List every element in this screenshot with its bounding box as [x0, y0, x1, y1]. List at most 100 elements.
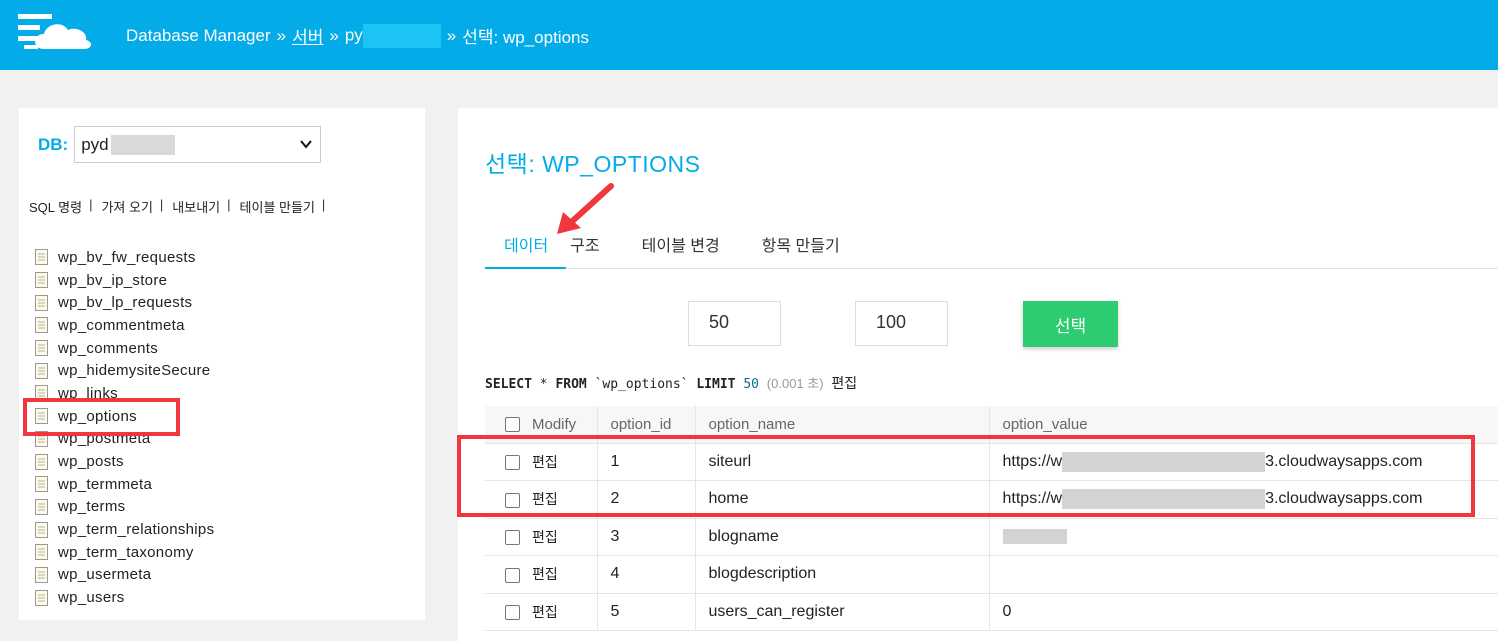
table-list-label: wp_termmeta — [58, 475, 153, 493]
table-list-item[interactable]: wp_bv_lp_requests — [35, 291, 214, 314]
row-checkbox[interactable] — [505, 567, 520, 583]
breadcrumb-separator: » — [446, 25, 457, 45]
export-link[interactable]: 내보내기 — [172, 197, 220, 216]
breadcrumb-server[interactable]: 서버 — [292, 23, 323, 48]
sql-exec-time: (0.001 초) — [766, 376, 824, 391]
table-icon — [35, 498, 48, 515]
table-list-item[interactable]: wp_commentmeta — [35, 314, 214, 337]
table-list-label: wp_term_taxonomy — [58, 543, 194, 561]
column-label: Modify — [532, 415, 577, 433]
table-row: 편집 4 blogdescription — [485, 555, 1498, 594]
table-list-label: wp_comments — [58, 339, 159, 357]
sql-edit-link[interactable]: 편집 — [831, 375, 857, 391]
breadcrumb-separator: » — [276, 25, 287, 45]
db-select[interactable]: pyd — [74, 126, 322, 163]
table-list-item[interactable]: wp_hidemysiteSecure — [35, 359, 214, 382]
table-list-item[interactable]: wp_comments — [35, 337, 214, 360]
breadcrumb-database-manager[interactable]: Database Manager — [126, 26, 271, 46]
table-icon — [35, 521, 48, 538]
highlight-box-wp-options — [23, 398, 180, 436]
breadcrumb-current: 선택: wp_options — [462, 28, 589, 47]
chevron-down-icon — [300, 140, 312, 149]
select-all-checkbox[interactable] — [505, 417, 520, 433]
divider: | — [89, 197, 93, 212]
modify-cell: 편집 — [485, 555, 598, 594]
sql-keyword: FROM — [555, 377, 587, 392]
sql-query-line: SELECT * FROM `wp_options` LIMIT 50 (0.0… — [485, 373, 857, 393]
edit-link[interactable]: 편집 — [532, 529, 558, 545]
table-row: 편집 3 blogname — [485, 518, 1498, 556]
table-icon — [35, 294, 48, 311]
db-selector-row: DB: pyd — [38, 126, 322, 163]
table-icon — [35, 476, 48, 493]
table-icon — [35, 453, 48, 470]
edit-link[interactable]: 편집 — [532, 604, 558, 620]
redacted-block — [110, 134, 175, 155]
option-name-cell: blogname — [695, 518, 990, 556]
sql-keyword: LIMIT — [696, 377, 736, 392]
table-list-label: wp_term_relationships — [58, 521, 215, 539]
option-value-cell — [989, 518, 1498, 556]
table-list-label: wp_users — [58, 589, 125, 607]
import-link[interactable]: 가져 오기 — [101, 197, 152, 216]
sidebar: DB: pyd SQL 명령 | 가져 오기 | 내보내기 | 테이블 만들기 | wp… — [19, 108, 425, 620]
select-button[interactable]: 선택 — [1023, 301, 1118, 347]
option-value: 0 — [1002, 602, 1012, 620]
table-icon — [35, 544, 48, 561]
table-icon — [35, 340, 48, 357]
option-value-cell: 0 — [989, 593, 1498, 631]
sql-star: * — [539, 377, 548, 392]
redacted-block — [362, 23, 441, 48]
redacted-block — [1002, 529, 1067, 545]
breadcrumb-database[interactable]: py — [345, 23, 441, 48]
table-list-label: wp_posts — [58, 453, 124, 471]
table-icon — [35, 566, 48, 583]
modify-cell: 편집 — [485, 593, 598, 631]
option-id-cell: 4 — [597, 555, 696, 594]
edit-link[interactable]: 편집 — [532, 566, 558, 582]
divider: | — [321, 197, 326, 212]
red-arrow-annotation — [557, 183, 614, 234]
sql-command-link[interactable]: SQL 명령 — [29, 197, 82, 216]
sql-limit-value: 50 — [743, 377, 759, 392]
table-list-item[interactable]: wp_terms — [35, 496, 214, 519]
create-table-link[interactable]: 테이블 만들기 — [240, 197, 315, 216]
tab-alter-table[interactable]: 테이블 변경 — [618, 226, 738, 269]
breadcrumb-separator: » — [329, 25, 339, 45]
table-list-label: wp_terms — [58, 498, 126, 516]
db-label: DB: — [38, 134, 69, 154]
limit-input-100[interactable]: 100 — [855, 301, 948, 346]
table-list-item[interactable]: wp_termmeta — [35, 473, 214, 496]
tab-new-item[interactable]: 항목 만들기 — [738, 226, 858, 269]
table-row: 편집 5 users_can_register 0 — [485, 593, 1498, 631]
row-checkbox[interactable] — [505, 605, 520, 621]
table-list-item[interactable]: wp_term_taxonomy — [35, 541, 214, 564]
table-list-label: wp_bv_fw_requests — [58, 248, 196, 266]
table-list-label: wp_bv_ip_store — [58, 271, 168, 289]
table-list-label: wp_hidemysiteSecure — [58, 362, 211, 380]
top-bar: Database Manager » 서버 » py » 선택: wp_opti… — [0, 0, 1498, 70]
sql-table: `wp_options` — [594, 377, 689, 392]
table-list-item[interactable]: wp_posts — [35, 450, 214, 473]
option-id-cell: 5 — [597, 593, 696, 631]
option-value-cell — [989, 555, 1498, 594]
table-list-label: wp_bv_lp_requests — [58, 294, 193, 312]
limit-input-50[interactable]: 50 — [688, 301, 781, 346]
table-list-item[interactable]: wp_users — [35, 586, 214, 609]
table-list-item[interactable]: wp_usermeta — [35, 564, 214, 587]
table-list-item[interactable]: wp_bv_ip_store — [35, 269, 214, 292]
highlight-box-url-rows — [457, 435, 1475, 517]
divider: | — [159, 197, 164, 212]
table-icon — [35, 362, 48, 379]
table-list-label: wp_commentmeta — [58, 316, 185, 334]
main-panel: 선택: WP_OPTIONS 데이터 구조 테이블 변경 항목 만들기 50 1… — [457, 108, 1498, 641]
table-icon — [35, 589, 48, 606]
table-icon — [35, 272, 48, 289]
cloud-logo-icon[interactable] — [18, 12, 94, 52]
row-checkbox[interactable] — [505, 530, 520, 546]
table-list-item[interactable]: wp_bv_fw_requests — [35, 246, 214, 269]
option-name-cell: users_can_register — [695, 593, 990, 631]
table-list-item[interactable]: wp_term_relationships — [35, 518, 214, 541]
option-name-cell: blogdescription — [695, 555, 990, 594]
divider: | — [227, 197, 231, 212]
